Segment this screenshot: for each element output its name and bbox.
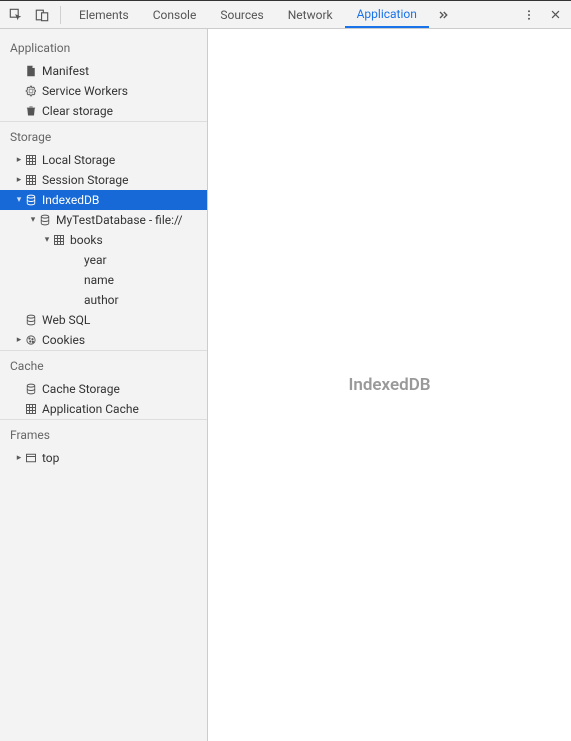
tree-row-label: author (84, 290, 119, 310)
db-icon (24, 382, 38, 396)
tab-elements[interactable]: Elements (67, 1, 141, 28)
tree-row[interactable]: ▸name (0, 270, 207, 290)
kebab-menu-icon[interactable] (517, 3, 541, 27)
tree-row-label: MyTestDatabase - file:// (56, 210, 183, 230)
tree-row-label: Local Storage (42, 150, 115, 170)
tree-row[interactable]: ▸year (0, 250, 207, 270)
tree-row-label: books (70, 230, 103, 250)
chevron-right-icon[interactable]: ▸ (14, 330, 24, 350)
sidebar-section: Cache▸Cache Storage▸Application Cache (0, 350, 207, 419)
sidebar-section: Application▸Manifest▸Service Workers▸Cle… (0, 33, 207, 121)
tree-row-label: Cache Storage (42, 379, 120, 399)
section-title: Storage (0, 121, 207, 150)
grid-icon (52, 233, 66, 247)
tab-label: Application (357, 7, 417, 21)
inspect-icon[interactable] (4, 3, 28, 27)
toolbar-separator (60, 6, 61, 24)
main-area: Application▸Manifest▸Service Workers▸Cle… (0, 29, 571, 741)
tree-row-label: Web SQL (42, 310, 90, 330)
tree-row-label: IndexedDB (42, 190, 99, 210)
tree-row-label: year (84, 250, 107, 270)
device-toggle-icon[interactable] (30, 3, 54, 27)
chevron-down-icon[interactable]: ▾ (28, 210, 38, 230)
tree-row[interactable]: ▸ Local Storage (0, 150, 207, 170)
tab-label: Network (288, 8, 333, 22)
gear-icon (24, 84, 38, 98)
tab-console[interactable]: Console (141, 1, 209, 28)
cookie-icon (24, 333, 38, 347)
tree-row[interactable]: ▸Manifest (0, 61, 207, 81)
more-tabs-icon[interactable] (431, 3, 455, 27)
section-title: Application (0, 33, 207, 61)
doc-icon (24, 64, 38, 78)
chevron-right-icon[interactable]: ▸ (14, 448, 24, 468)
tree-row[interactable]: ▸author (0, 290, 207, 310)
tree-row-label: Cookies (42, 330, 85, 350)
chevron-right-icon[interactable]: ▸ (14, 150, 24, 170)
trash-icon (24, 104, 38, 118)
tree-row-label: Service Workers (42, 81, 128, 101)
tree-row[interactable]: ▸ Cookies (0, 330, 207, 350)
tab-label: Console (153, 8, 197, 22)
tree-row[interactable]: ▸Service Workers (0, 81, 207, 101)
content-heading: IndexedDB (348, 375, 430, 395)
tree-row-label: Clear storage (42, 101, 113, 121)
tree-row[interactable]: ▸Web SQL (0, 310, 207, 330)
content-pane: IndexedDB (208, 29, 571, 741)
tab-sources[interactable]: Sources (208, 1, 275, 28)
db-icon (38, 213, 52, 227)
grid-icon (24, 402, 38, 416)
chevron-down-icon[interactable]: ▾ (14, 190, 24, 210)
tree-row[interactable]: ▾ books (0, 230, 207, 250)
tree-row[interactable]: ▾ MyTestDatabase - file:// (0, 210, 207, 230)
grid-icon (24, 153, 38, 167)
tree-row[interactable]: ▸Cache Storage (0, 379, 207, 399)
db-icon (24, 313, 38, 327)
devtools-toolbar: Elements Console Sources Network Applica… (0, 1, 571, 29)
sidebar-section: Storage▸Local Storage▸Session Storage▾In… (0, 121, 207, 350)
tab-network[interactable]: Network (276, 1, 345, 28)
frame-icon (24, 451, 38, 465)
tree-row[interactable]: ▸ top (0, 448, 207, 468)
section-title: Cache (0, 350, 207, 379)
tree-row[interactable]: ▸ Session Storage (0, 170, 207, 190)
db-icon (24, 193, 38, 207)
tree-row-label: name (84, 270, 114, 290)
tree-row-label: Session Storage (42, 170, 128, 190)
tree-row-label: Application Cache (42, 399, 139, 419)
chevron-right-icon[interactable]: ▸ (14, 170, 24, 190)
tree-row-label: Manifest (42, 61, 89, 81)
application-sidebar: Application▸Manifest▸Service Workers▸Cle… (0, 29, 208, 741)
tree-row[interactable]: ▸Application Cache (0, 399, 207, 419)
tree-row[interactable]: ▾ IndexedDB (0, 190, 207, 210)
grid-icon (24, 173, 38, 187)
tree-row[interactable]: ▸Clear storage (0, 101, 207, 121)
chevron-down-icon[interactable]: ▾ (42, 230, 52, 250)
tab-label: Sources (220, 8, 263, 22)
section-title: Frames (0, 419, 207, 448)
sidebar-section: Frames▸ top (0, 419, 207, 468)
tab-label: Elements (79, 8, 129, 22)
devtools-tabs: Elements Console Sources Network Applica… (67, 1, 429, 28)
tree-row-label: top (42, 448, 59, 468)
close-icon[interactable] (543, 3, 567, 27)
tab-application[interactable]: Application (345, 1, 429, 28)
